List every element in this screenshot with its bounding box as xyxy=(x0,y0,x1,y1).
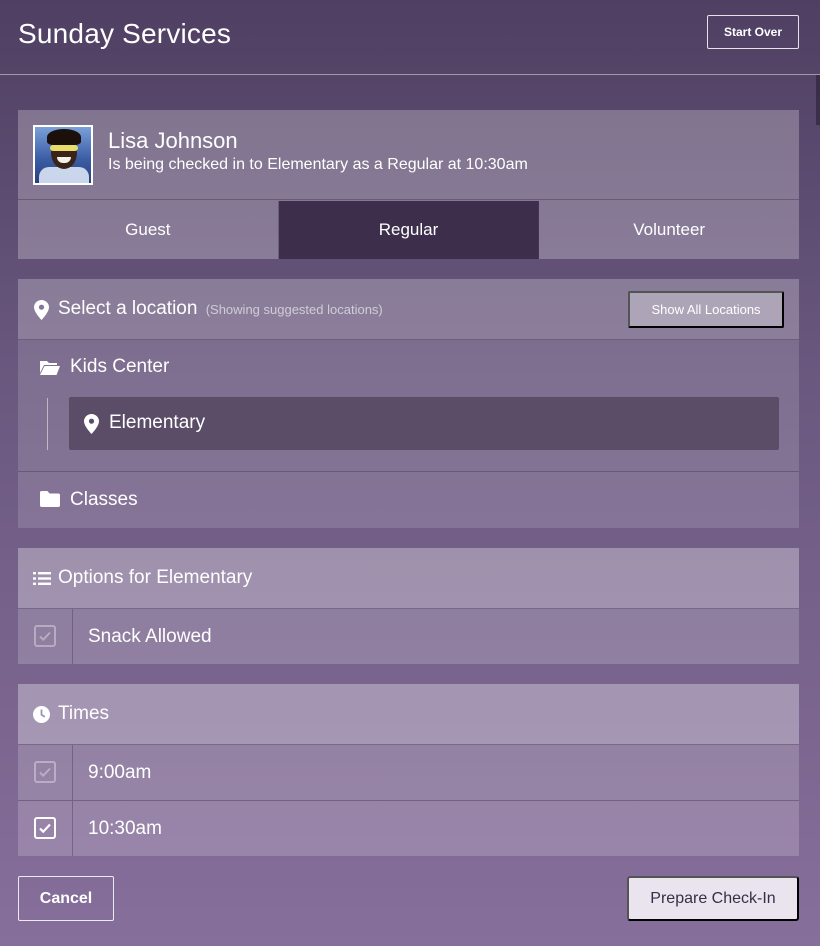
tab-regular[interactable]: Regular xyxy=(278,201,540,259)
location-title-text: Select a location xyxy=(58,298,198,319)
location-header: Select a location (Showing suggested loc… xyxy=(18,279,799,340)
start-over-button[interactable]: Start Over xyxy=(707,15,799,49)
options-panel: Options for Elementary Snack Allowed xyxy=(18,548,799,664)
folder-open-icon xyxy=(40,361,60,375)
snack-allowed-checkbox[interactable] xyxy=(34,625,56,647)
time-9am-checkbox[interactable] xyxy=(34,761,56,783)
scrollbar[interactable] xyxy=(816,75,820,125)
folder-icon xyxy=(40,491,60,507)
time-row-9am[interactable]: 9:00am xyxy=(18,745,799,800)
option-label: Snack Allowed xyxy=(88,626,212,647)
location-group-classes[interactable]: Classes xyxy=(18,472,799,528)
person-summary: Lisa Johnson Is being checked in to Elem… xyxy=(18,110,799,200)
time-row-1030am[interactable]: 10:30am xyxy=(18,801,799,856)
list-icon xyxy=(33,572,51,585)
location-group-label: Kids Center xyxy=(70,356,170,377)
options-header: Options for Elementary xyxy=(18,548,799,609)
clock-icon xyxy=(33,706,50,723)
time-1030am-checkbox[interactable] xyxy=(34,817,56,839)
tab-volunteer[interactable]: Volunteer xyxy=(539,201,799,259)
times-panel: Times 9:00am 10:30am xyxy=(18,684,799,856)
location-item-elementary[interactable]: Elementary xyxy=(69,397,779,450)
tab-guest[interactable]: Guest xyxy=(18,201,279,259)
time-label: 10:30am xyxy=(88,818,162,839)
times-title: Times xyxy=(58,703,110,724)
checkin-status: Is being checked in to Elementary as a R… xyxy=(108,156,528,173)
prepare-check-in-button[interactable]: Prepare Check-In xyxy=(627,876,799,921)
location-hint: (Showing suggested locations) xyxy=(205,302,383,317)
times-header: Times xyxy=(18,684,799,745)
options-title: Options for Elementary xyxy=(58,567,253,588)
map-pin-icon xyxy=(34,300,49,320)
checkbox-cell xyxy=(18,745,73,800)
location-group-kids-center[interactable]: Kids Center xyxy=(18,340,799,390)
checkbox-cell xyxy=(18,609,73,664)
checkmark-icon xyxy=(39,631,51,642)
location-panel: Select a location (Showing suggested loc… xyxy=(18,279,799,528)
option-row-snack-allowed[interactable]: Snack Allowed xyxy=(18,609,799,664)
cancel-button[interactable]: Cancel xyxy=(18,876,114,921)
location-group-label: Classes xyxy=(70,489,138,510)
checkbox-cell xyxy=(18,801,73,856)
person-name: Lisa Johnson xyxy=(108,128,238,153)
location-item-label: Elementary xyxy=(109,412,206,433)
map-pin-icon xyxy=(84,414,99,434)
avatar xyxy=(33,125,93,185)
page-title: Sunday Services xyxy=(18,18,232,49)
checkmark-icon xyxy=(39,823,51,834)
show-all-locations-button[interactable]: Show All Locations xyxy=(628,291,784,328)
page-header: Sunday Services Start Over xyxy=(0,0,820,75)
tree-connector xyxy=(47,398,48,450)
attendee-type-tabs: Guest Regular Volunteer xyxy=(18,201,799,259)
time-label: 9:00am xyxy=(88,762,152,783)
location-title: Select a location (Showing suggested loc… xyxy=(58,298,383,320)
checkmark-icon xyxy=(39,767,51,778)
person-card: Lisa Johnson Is being checked in to Elem… xyxy=(18,110,799,259)
